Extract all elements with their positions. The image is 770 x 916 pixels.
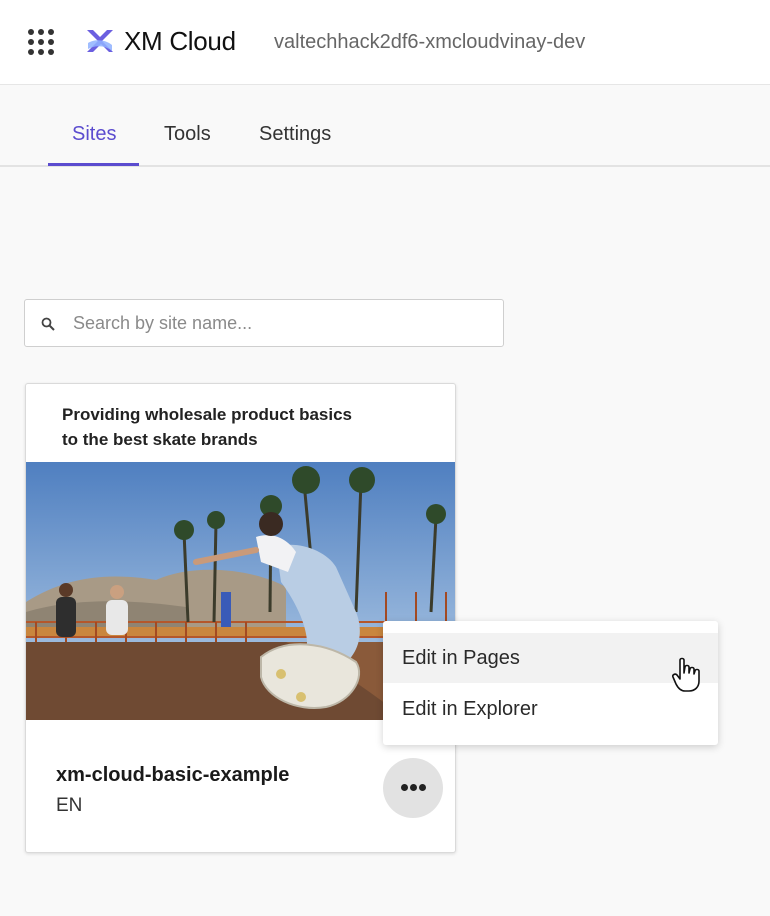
environment-name: valtechhack2df6-xmcloudvinay-dev — [274, 31, 586, 53]
app-switcher-grid-icon[interactable] — [27, 28, 55, 56]
site-tagline: Providing wholesale product basics to th… — [62, 405, 353, 449]
site-search-input[interactable] — [73, 300, 493, 346]
brand-name[interactable]: XM Cloud — [124, 26, 236, 57]
more-horizontal-icon — [410, 784, 417, 791]
hand-pointer-icon — [672, 657, 700, 692]
site-name[interactable]: xm-cloud-basic-example — [56, 764, 289, 787]
more-horizontal-icon — [401, 784, 408, 791]
menu-item-label: Edit in Explorer — [402, 698, 538, 720]
top-header: XM Cloud valtechhack2df6-xmcloudvinay-de… — [0, 0, 770, 85]
tab-sites[interactable]: Sites — [72, 123, 116, 146]
tab-tools[interactable]: Tools — [164, 123, 211, 146]
site-more-options-button[interactable] — [383, 758, 443, 818]
main-tabs: Sites Tools Settings — [0, 85, 770, 167]
menu-item-edit-in-explorer[interactable]: Edit in Explorer — [383, 684, 718, 734]
site-actions-menu: Edit in Pages Edit in Explorer — [383, 621, 718, 745]
active-tab-indicator — [48, 163, 139, 166]
menu-item-edit-in-pages[interactable]: Edit in Pages — [383, 633, 718, 683]
more-horizontal-icon — [419, 784, 426, 791]
site-search-box — [24, 299, 504, 347]
site-language: EN — [56, 795, 83, 816]
tab-settings[interactable]: Settings — [259, 123, 331, 146]
search-icon — [41, 317, 55, 331]
xm-cloud-logo-icon — [87, 30, 113, 52]
menu-item-label: Edit in Pages — [402, 647, 520, 669]
